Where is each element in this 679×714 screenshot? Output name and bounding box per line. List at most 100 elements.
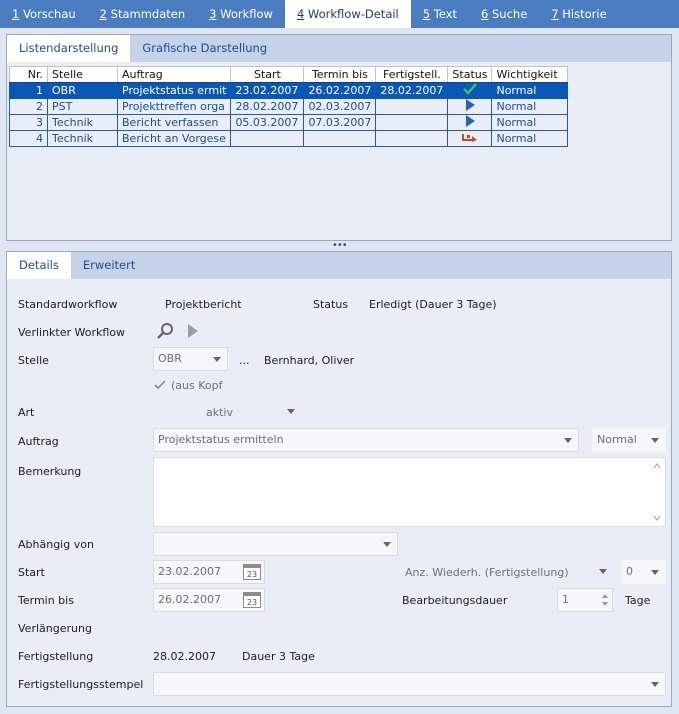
chevron-down-icon [560, 429, 576, 451]
calendar-icon[interactable]: 23 [243, 592, 261, 608]
cell-start: 05.03.2007 [230, 114, 305, 131]
anz-wiederh-label: Anz. Wiederh. (Fertigstellung) [405, 566, 569, 579]
chevron-down-icon [287, 409, 295, 414]
bearbeitungsdauer-stepper[interactable]: 1 [557, 588, 613, 612]
table-row[interactable]: 1 OBR Projektstatus ermit 23.02.2007 26.… [9, 82, 569, 99]
col-header-wichtigkeit[interactable]: Wichtigkeit [491, 66, 569, 83]
splitter-handle[interactable]: ••• [332, 241, 348, 251]
waiting-arrow-icon [461, 134, 477, 142]
cell-nr: 3 [9, 114, 48, 131]
table-row[interactable]: 4 Technik Bericht an Vorgese Normal [9, 130, 569, 147]
chevron-down-icon [647, 429, 663, 451]
col-header-start[interactable]: Start [230, 66, 305, 83]
termin-bis-label: Termin bis [18, 594, 74, 607]
cell-wichtigkeit: Normal [491, 114, 569, 131]
cell-status [447, 130, 493, 147]
detail-panel: Details Erweitert Standardworkflow Proje… [6, 251, 672, 707]
stepper-arrows-icon[interactable] [600, 591, 610, 611]
standardworkflow-value: Projektbericht [165, 298, 242, 311]
col-header-stelle[interactable]: Stelle [47, 66, 118, 83]
fertigstellung-label: Fertigstellung [18, 650, 94, 663]
bearbeitungsdauer-unit: Tage [625, 594, 651, 607]
cell-auftrag: Projekttreffen orga [116, 98, 232, 115]
cell-stelle: PST [47, 98, 118, 115]
tab-text[interactable]: 5 Text [411, 0, 469, 28]
chevron-down-icon [647, 673, 663, 695]
auftrag-select-value: Projektstatus ermitteln [158, 433, 284, 446]
tab-historie[interactable]: 7 Historie [539, 0, 618, 28]
bemerkung-textarea[interactable] [153, 457, 666, 527]
fertigstellung-value: 28.02.2007 [153, 650, 216, 663]
cell-termin: 02.03.2007 [303, 98, 377, 115]
cell-stelle: Technik [47, 130, 118, 147]
fertigstellungsstempel-label: Fertigstellungsstempel [18, 678, 144, 691]
scrollbar[interactable] [651, 460, 663, 524]
checkmark-icon [463, 83, 477, 95]
auftrag-select[interactable]: Projektstatus ermitteln [153, 428, 579, 452]
fertigstellung-dauer: Dauer 3 Tage [242, 650, 315, 663]
stelle-label: Stelle [18, 354, 49, 367]
tab-details[interactable]: Details [7, 252, 71, 279]
table-row[interactable]: 3 Technik Bericht verfassen 05.03.2007 0… [9, 114, 569, 131]
verlinkter-workflow-label: Verlinkter Workflow [18, 326, 126, 339]
col-header-status[interactable]: Status [447, 66, 493, 83]
tab-suche[interactable]: 6 Suche [469, 0, 539, 28]
table-row[interactable]: 2 PST Projekttreffen orga 28.02.2007 02.… [9, 98, 569, 115]
cell-auftrag: Projektstatus ermit [116, 82, 232, 99]
bemerkung-label: Bemerkung [18, 465, 82, 478]
cell-wichtigkeit: Normal [491, 82, 569, 99]
cell-fertig [375, 130, 449, 147]
detail-tabs: Details Erweitert [7, 252, 671, 279]
wichtigkeit-select[interactable]: Normal [592, 428, 666, 452]
stelle-select-value: OBR [158, 352, 182, 365]
anz-wiederh-dropdown[interactable] [595, 560, 611, 582]
search-icon[interactable] [157, 322, 175, 343]
anz-wiederh-select[interactable]: 0 [621, 560, 666, 584]
play-icon [465, 99, 475, 111]
abhaengig-select[interactable] [153, 532, 398, 556]
chevron-down-icon [379, 533, 395, 555]
cell-termin: 26.02.2007 [303, 82, 377, 99]
stelle-more-button[interactable]: ... [239, 354, 250, 367]
bearbeitungsdauer-label: Bearbeitungsdauer [402, 594, 508, 607]
chevron-down-icon [647, 561, 663, 583]
abhaengig-label: Abhängig von [18, 538, 94, 551]
cell-fertig [375, 98, 449, 115]
tab-stammdaten[interactable]: 2 Stammdaten [88, 0, 197, 28]
wichtigkeit-select-value: Normal [597, 433, 637, 446]
col-header-fertigstellung[interactable]: Fertigstell. [375, 66, 449, 83]
cell-termin: 07.03.2007 [303, 114, 377, 131]
tab-grafische-darstellung[interactable]: Grafische Darstellung [130, 35, 279, 62]
calendar-icon[interactable]: 23 [243, 564, 261, 580]
tab-listendarstellung[interactable]: Listendarstellung [7, 35, 131, 62]
tab-workflow-detail[interactable]: 4 Workflow-Detail [284, 0, 411, 28]
cell-start: 23.02.2007 [230, 82, 305, 99]
status-label: Status [313, 298, 349, 311]
art-value: aktiv [206, 406, 233, 419]
standardworkflow-label: Standardworkflow [18, 298, 118, 311]
col-header-nr[interactable]: Nr. [9, 66, 48, 83]
anz-wiederh-value: 0 [626, 565, 633, 578]
art-label: Art [18, 406, 35, 419]
start-date-input[interactable]: 23.02.2007 23 [153, 560, 265, 584]
art-dropdown[interactable] [283, 400, 299, 422]
play-icon [465, 115, 475, 127]
fertigstellungsstempel-select[interactable] [153, 672, 666, 696]
cell-fertig [375, 114, 449, 131]
checkmark-icon[interactable] [154, 380, 166, 393]
tab-workflow[interactable]: 3 Workflow [197, 0, 285, 28]
play-icon[interactable] [187, 324, 199, 341]
stelle-select[interactable]: OBR [153, 347, 228, 371]
stelle-person: Bernhard, Oliver [264, 354, 355, 367]
termin-date-input[interactable]: 26.02.2007 23 [153, 588, 265, 612]
aus-kopf-checkbox-label: (aus Kopf [171, 379, 223, 392]
cell-status [447, 82, 493, 99]
cell-auftrag: Bericht verfassen [116, 114, 232, 131]
col-header-termin-bis[interactable]: Termin bis [303, 66, 377, 83]
chevron-down-icon [599, 569, 607, 574]
tab-erweitert[interactable]: Erweitert [71, 252, 148, 279]
tab-vorschau[interactable]: 1 Vorschau [0, 0, 88, 28]
termin-date-value: 26.02.2007 [158, 593, 221, 606]
cell-nr: 4 [9, 130, 48, 147]
col-header-auftrag[interactable]: Auftrag [116, 66, 232, 83]
